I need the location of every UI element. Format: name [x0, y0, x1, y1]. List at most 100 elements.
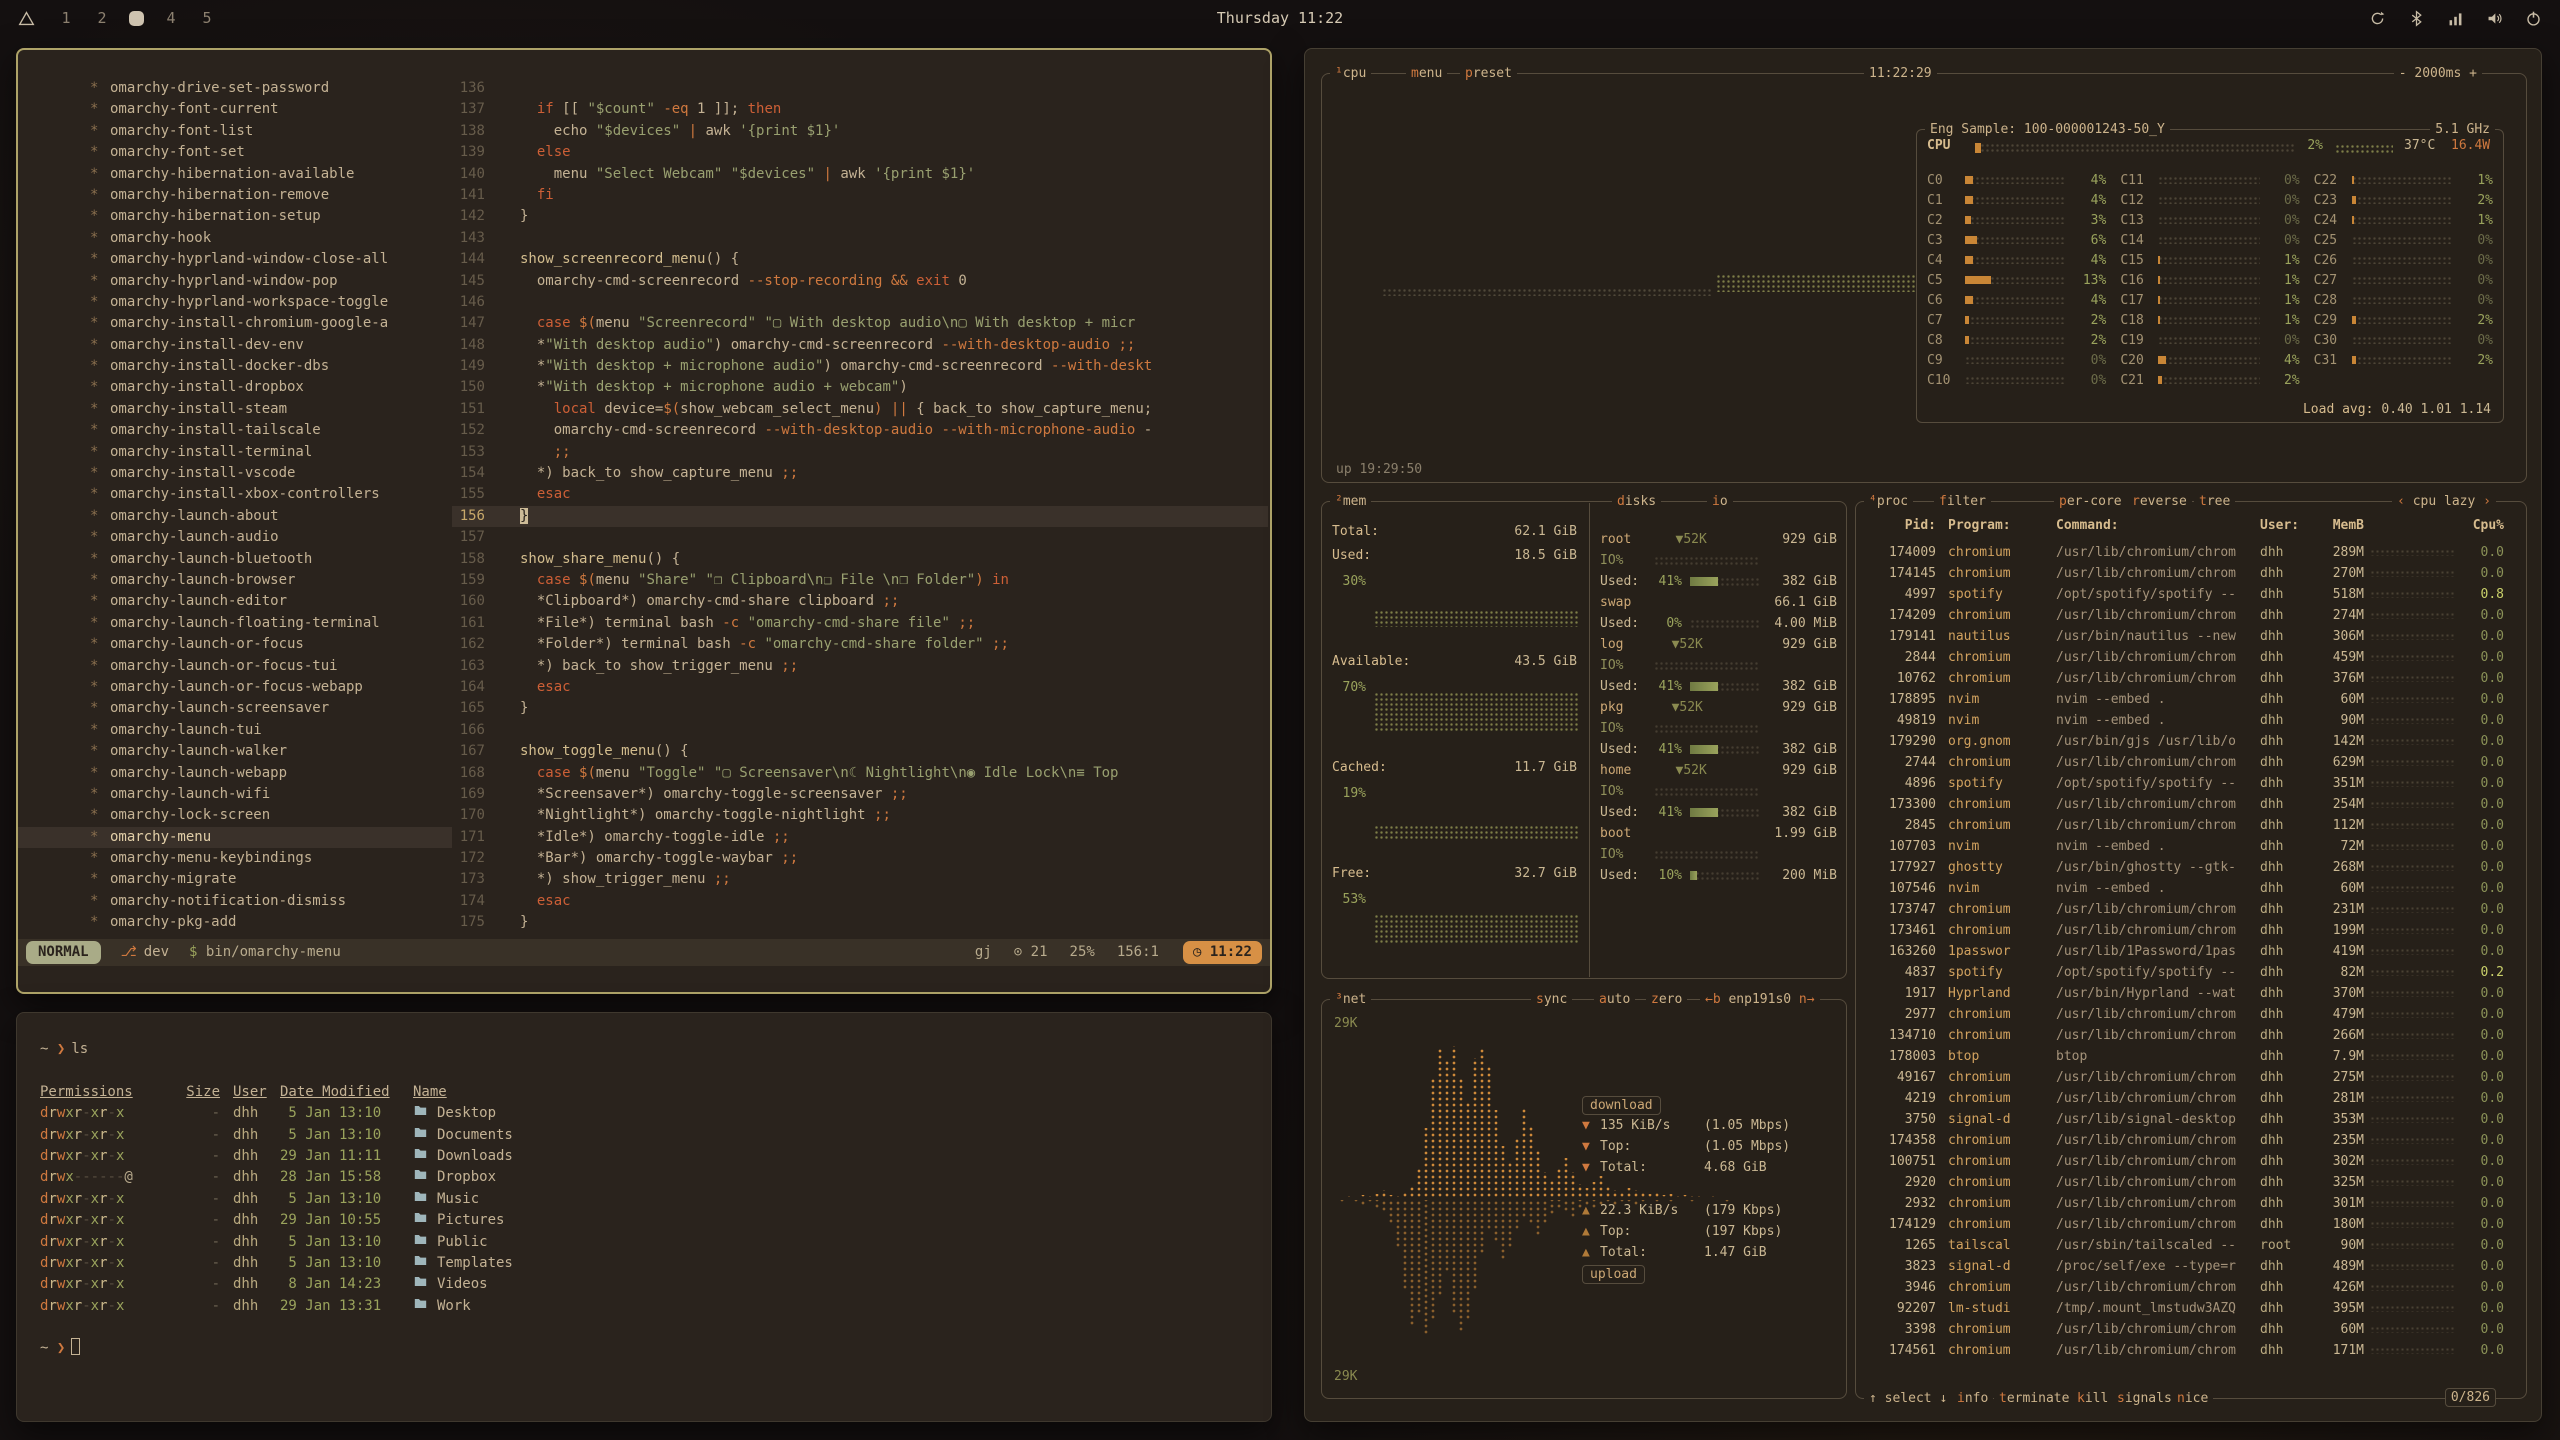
- bluetooth-icon[interactable]: [2408, 10, 2425, 27]
- header-command[interactable]: Command:: [2056, 518, 2246, 533]
- terminal-window[interactable]: ~ ❯ls Permissions Size User Date Modifie…: [16, 1012, 1272, 1422]
- process-row[interactable]: 107703nvimnvim --embed .dhh72M0.0: [1864, 836, 2520, 857]
- disks-toggle-button[interactable]: disks: [1612, 493, 1661, 510]
- process-row[interactable]: 174358chromium/usr/lib/chromium/chromdhh…: [1864, 1130, 2520, 1151]
- process-row[interactable]: 100751chromium/usr/lib/chromium/chromdhh…: [1864, 1151, 2520, 1172]
- workspace-4[interactable]: 4: [162, 9, 180, 27]
- process-row[interactable]: 174209chromium/usr/lib/chromium/chromdhh…: [1864, 605, 2520, 626]
- file-item[interactable]: *omarchy-launch-editor: [18, 591, 452, 612]
- zero-button[interactable]: zero: [1646, 991, 1687, 1008]
- signals-button[interactable]: signals: [2112, 1390, 2177, 1407]
- process-row[interactable]: 178003btopbtopdhh7.9M0.0: [1864, 1046, 2520, 1067]
- shell-prompt-line[interactable]: ~ ❯: [40, 1338, 1271, 1359]
- update-icon[interactable]: [2369, 10, 2386, 27]
- process-row[interactable]: 179290org.gnom/usr/bin/gjs /usr/lib/odhh…: [1864, 731, 2520, 752]
- process-row[interactable]: 178895nvimnvim --embed .dhh60M0.0: [1864, 689, 2520, 710]
- file-item[interactable]: *omarchy-migrate: [18, 869, 452, 890]
- process-row[interactable]: 1265tailscal/usr/sbin/tailscaled --root9…: [1864, 1235, 2520, 1256]
- header-memory[interactable]: MemB: [2310, 518, 2364, 533]
- file-item[interactable]: *omarchy-hibernation-available: [18, 164, 452, 185]
- file-item[interactable]: *omarchy-launch-or-focus-tui: [18, 656, 452, 677]
- file-item[interactable]: *omarchy-font-list: [18, 121, 452, 142]
- file-item[interactable]: *omarchy-install-docker-dbs: [18, 356, 452, 377]
- process-row[interactable]: 4837spotify/opt/spotify/spotify --dhh82M…: [1864, 962, 2520, 983]
- file-item[interactable]: *omarchy-launch-or-focus: [18, 634, 452, 655]
- file-item[interactable]: *omarchy-launch-wifi: [18, 784, 452, 805]
- file-item[interactable]: *omarchy-hibernation-setup: [18, 206, 452, 227]
- volume-icon[interactable]: [2486, 10, 2503, 27]
- neovim-window[interactable]: *omarchy-drive-set-password*omarchy-font…: [16, 48, 1272, 994]
- process-row[interactable]: 2932chromium/usr/lib/chromium/chromdhh30…: [1864, 1193, 2520, 1214]
- process-row[interactable]: 107546nvimnvim --embed .dhh60M0.0: [1864, 878, 2520, 899]
- kill-button[interactable]: kill: [2072, 1390, 2113, 1407]
- file-item[interactable]: *omarchy-menu-keybindings: [18, 848, 452, 869]
- file-item[interactable]: *omarchy-hyprland-window-close-all: [18, 249, 452, 270]
- process-row[interactable]: 174009chromium/usr/lib/chromium/chromdhh…: [1864, 542, 2520, 563]
- code-editor-pane[interactable]: 136137 if [[ "$count" -eq 1 ]]; then138 …: [452, 78, 1268, 938]
- process-row[interactable]: 1917Hyprland/usr/bin/Hyprland --watdhh37…: [1864, 983, 2520, 1004]
- file-item[interactable]: *omarchy-launch-browser: [18, 570, 452, 591]
- net-box-title[interactable]: ³net: [1330, 991, 1371, 1008]
- file-item[interactable]: *omarchy-lock-screen: [18, 805, 452, 826]
- process-row[interactable]: 173461chromium/usr/lib/chromium/chromdhh…: [1864, 920, 2520, 941]
- workspace-5[interactable]: 5: [198, 9, 216, 27]
- process-row[interactable]: 49167chromium/usr/lib/chromium/chromdhh2…: [1864, 1067, 2520, 1088]
- header-user[interactable]: User:: [2260, 518, 2310, 533]
- file-item[interactable]: *omarchy-hyprland-workspace-toggle: [18, 292, 452, 313]
- tree-button[interactable]: tree: [2194, 493, 2235, 510]
- process-row[interactable]: 2920chromium/usr/lib/chromium/chromdhh32…: [1864, 1172, 2520, 1193]
- select-control[interactable]: ↑ select ↓: [1864, 1390, 1952, 1407]
- preset-button[interactable]: preset: [1460, 65, 1517, 82]
- process-row[interactable]: 3398chromium/usr/lib/chromium/chromdhh60…: [1864, 1319, 2520, 1340]
- file-item[interactable]: *omarchy-launch-or-focus-webapp: [18, 677, 452, 698]
- omarchy-logo-icon[interactable]: [18, 10, 35, 27]
- update-interval[interactable]: - 2000ms +: [2394, 65, 2482, 82]
- proc-box-title[interactable]: ⁴proc: [1864, 493, 1913, 510]
- file-item[interactable]: *omarchy-launch-floating-terminal: [18, 613, 452, 634]
- file-item[interactable]: *omarchy-install-xbox-controllers: [18, 484, 452, 505]
- file-item[interactable]: *omarchy-launch-bluetooth: [18, 549, 452, 570]
- process-row[interactable]: 173300chromium/usr/lib/chromium/chromdhh…: [1864, 794, 2520, 815]
- file-item[interactable]: *omarchy-launch-walker: [18, 741, 452, 762]
- process-row[interactable]: 2744chromium/usr/lib/chromium/chromdhh62…: [1864, 752, 2520, 773]
- mem-box-title[interactable]: ²mem: [1330, 493, 1371, 510]
- process-row[interactable]: 92207lm-studi/tmp/.mount_lmstudw3AZQdhh3…: [1864, 1298, 2520, 1319]
- file-item[interactable]: *omarchy-hibernation-remove: [18, 185, 452, 206]
- interface-selector[interactable]: ←b enp191s0 n→: [1700, 991, 1820, 1008]
- file-item[interactable]: *omarchy-notification-dismiss: [18, 891, 452, 912]
- file-item[interactable]: *omarchy-launch-audio: [18, 527, 452, 548]
- btop-window[interactable]: 11:22:29 - 2000ms + Eng Sample: 100-0000…: [1304, 48, 2542, 1422]
- file-item[interactable]: *omarchy-hyprland-window-pop: [18, 271, 452, 292]
- process-row[interactable]: 2844chromium/usr/lib/chromium/chromdhh45…: [1864, 647, 2520, 668]
- process-row[interactable]: 4997spotify/opt/spotify/spotify --dhh518…: [1864, 584, 2520, 605]
- process-row[interactable]: 1632601passwor/usr/lib/1Password/1pasdhh…: [1864, 941, 2520, 962]
- process-row[interactable]: 3823signal-d/proc/self/exe --type=rdhh48…: [1864, 1256, 2520, 1277]
- filter-button[interactable]: filter: [1934, 493, 1991, 510]
- process-row[interactable]: 179141nautilus/usr/bin/nautilus --newdhh…: [1864, 626, 2520, 647]
- process-row[interactable]: 3946chromium/usr/lib/chromium/chromdhh42…: [1864, 1277, 2520, 1298]
- process-row[interactable]: 3750signal-d/usr/lib/signal-desktopdhh35…: [1864, 1109, 2520, 1130]
- file-item[interactable]: *omarchy-launch-tui: [18, 720, 452, 741]
- auto-button[interactable]: auto: [1594, 991, 1635, 1008]
- sort-selector[interactable]: ‹ cpu lazy ›: [2392, 493, 2496, 510]
- file-item[interactable]: *omarchy-install-dev-env: [18, 335, 452, 356]
- header-pid[interactable]: Pid:: [1864, 518, 1936, 533]
- file-item[interactable]: *omarchy-font-current: [18, 99, 452, 120]
- file-item[interactable]: *omarchy-install-steam: [18, 399, 452, 420]
- reverse-button[interactable]: reverse: [2127, 493, 2192, 510]
- process-row[interactable]: 173747chromium/usr/lib/chromium/chromdhh…: [1864, 899, 2520, 920]
- file-item[interactable]: *omarchy-launch-about: [18, 506, 452, 527]
- workspace-2[interactable]: 2: [93, 9, 111, 27]
- file-item[interactable]: *omarchy-hook: [18, 228, 452, 249]
- workspace-1[interactable]: 1: [57, 9, 75, 27]
- header-cpu[interactable]: Cpu%: [2460, 518, 2504, 533]
- nice-button[interactable]: nice: [2172, 1390, 2213, 1407]
- header-program[interactable]: Program:: [1948, 518, 2054, 533]
- file-item[interactable]: *omarchy-font-set: [18, 142, 452, 163]
- file-explorer-pane[interactable]: *omarchy-drive-set-password*omarchy-font…: [18, 78, 452, 938]
- process-row[interactable]: 134710chromium/usr/lib/chromium/chromdhh…: [1864, 1025, 2520, 1046]
- process-row[interactable]: 177927ghostty/usr/bin/ghostty --gtk-dhh2…: [1864, 857, 2520, 878]
- info-button[interactable]: info: [1952, 1390, 1993, 1407]
- process-row[interactable]: 49819nvimnvim --embed .dhh90M0.0: [1864, 710, 2520, 731]
- file-item[interactable]: *omarchy-install-tailscale: [18, 420, 452, 441]
